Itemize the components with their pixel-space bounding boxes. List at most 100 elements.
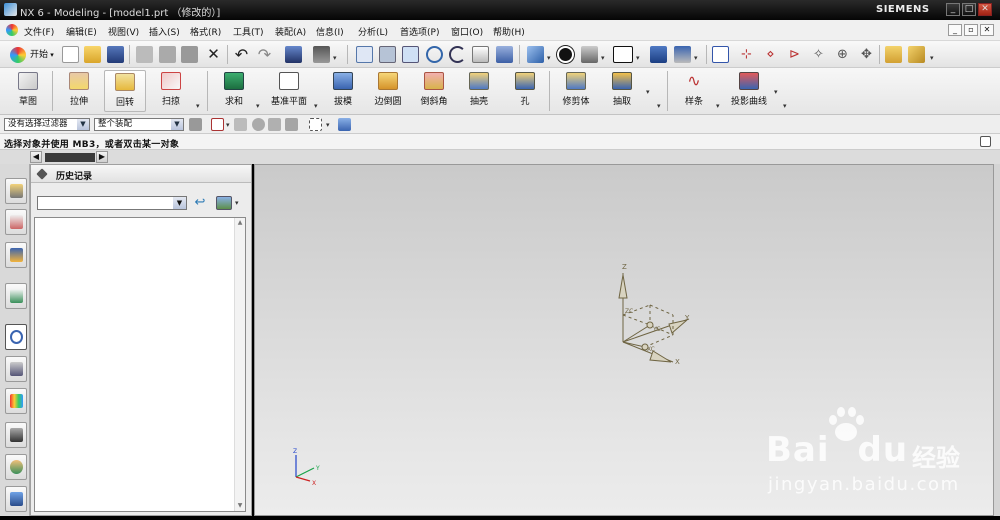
view-orient-icon[interactable] <box>527 46 544 63</box>
filter-settings-icon[interactable] <box>189 118 202 131</box>
manufacturing-wizard-tab[interactable] <box>5 422 27 448</box>
rotate-icon[interactable] <box>449 46 466 63</box>
magnify-icon[interactable] <box>426 46 443 63</box>
menu-assembly[interactable]: 装配(A) <box>275 25 306 38</box>
doc-close-button[interactable]: ✕ <box>980 24 994 36</box>
dropdown-arrow-icon[interactable]: ▾ <box>547 54 551 62</box>
menu-help[interactable]: 帮助(H) <box>493 25 525 38</box>
rectangle-select-icon[interactable] <box>309 118 322 131</box>
measure-distance-icon[interactable] <box>885 46 902 63</box>
scroll-left-button[interactable]: ◀ <box>30 151 42 163</box>
shell-button[interactable]: 抽壳 <box>460 70 498 112</box>
trim-body-button[interactable]: 修剪体 <box>556 70 596 112</box>
dropdown-arrow-icon[interactable]: ▾ <box>636 54 640 62</box>
start-button[interactable]: 开始 ▾ <box>10 46 58 64</box>
menu-preferences[interactable]: 首选项(P) <box>400 25 439 38</box>
project-curve-button[interactable]: 投影曲线 <box>726 70 772 112</box>
history-list[interactable]: ▲ ▼ <box>34 217 246 512</box>
pan-icon[interactable] <box>472 46 489 63</box>
dropdown-arrow-icon[interactable]: ▾ <box>694 54 698 62</box>
back-arrow-icon[interactable]: ↩ <box>193 196 207 210</box>
dropdown-arrow-icon[interactable]: ▾ <box>326 121 330 129</box>
dropdown-arrow-icon[interactable]: ▾ <box>226 121 230 129</box>
deselect-icon[interactable] <box>234 118 247 131</box>
fullscreen-icon[interactable] <box>980 136 991 147</box>
part-navigator-tab[interactable] <box>5 242 27 268</box>
background-color-icon[interactable] <box>613 46 633 63</box>
nx-icon[interactable] <box>6 24 18 36</box>
dropdown-arrow-icon[interactable]: ▾ <box>256 102 260 110</box>
shaded-icon[interactable] <box>581 46 598 63</box>
unite-button[interactable]: 求和 <box>214 70 254 112</box>
view-image-icon[interactable] <box>216 196 232 210</box>
scroll-right-button[interactable]: ▶ <box>96 151 108 163</box>
dropdown-arrow-icon[interactable]: ▾ <box>333 54 337 62</box>
scroll-down-icon[interactable]: ▼ <box>235 502 245 509</box>
scroll-up-icon[interactable]: ▲ <box>235 219 245 226</box>
system-scenes-tab[interactable] <box>5 486 27 512</box>
sweep-button[interactable]: 扫掠 <box>150 70 192 112</box>
dropdown-arrow-icon[interactable]: ▾ <box>657 102 661 110</box>
copy-icon[interactable] <box>159 46 176 63</box>
zoom-icon[interactable] <box>402 46 419 63</box>
delete-icon[interactable]: ✕ <box>205 46 222 63</box>
menu-view[interactable]: 视图(V) <box>108 25 139 38</box>
render-style-icon[interactable] <box>557 46 574 63</box>
maximize-button[interactable]: □ <box>962 3 976 16</box>
minimize-button[interactable]: _ <box>946 3 960 16</box>
revolve-button[interactable]: 回转 <box>104 70 146 112</box>
dropdown-arrow-icon[interactable]: ▾ <box>314 102 318 110</box>
save-icon[interactable] <box>107 46 124 63</box>
history-tab[interactable] <box>5 324 27 350</box>
history-scrollbar[interactable]: ▲ ▼ <box>234 218 245 511</box>
end-point-icon[interactable]: ⊹ <box>738 46 755 63</box>
mid-point-icon[interactable]: ⋄ <box>762 46 779 63</box>
dropdown-arrow-icon[interactable]: ▾ <box>196 102 200 110</box>
open-icon[interactable] <box>84 46 101 63</box>
extract-button[interactable]: 抽取 <box>604 70 640 112</box>
fit-icon[interactable] <box>356 46 373 63</box>
doc-minimize-button[interactable]: _ <box>948 24 962 36</box>
menu-edit[interactable]: 编辑(E) <box>66 25 97 38</box>
menu-file[interactable]: 文件(F) <box>24 25 54 38</box>
repeat-command-icon[interactable] <box>285 46 302 63</box>
type-filter-select[interactable]: 没有选择过滤器 ▼ <box>4 118 90 131</box>
control-point-icon[interactable]: ⊳ <box>786 46 803 63</box>
close-button[interactable]: ✕ <box>978 3 992 16</box>
paste-icon[interactable] <box>181 46 198 63</box>
quadrant-icon[interactable]: ✥ <box>858 46 875 63</box>
select-feature-icon[interactable] <box>285 118 298 131</box>
wcs-icon[interactable] <box>674 46 691 63</box>
new-icon[interactable] <box>62 46 79 63</box>
select-body-icon[interactable] <box>338 118 351 131</box>
dropdown-arrow-icon[interactable]: ▾ <box>646 88 650 96</box>
spline-button[interactable]: ∿ 样条 <box>676 70 712 112</box>
history-select[interactable]: ▼ <box>37 196 187 210</box>
dropdown-arrow-icon[interactable]: ▾ <box>783 102 787 110</box>
reuse-library-tab[interactable] <box>5 283 27 309</box>
dropdown-arrow-icon[interactable]: ▾ <box>716 102 720 110</box>
menu-tools[interactable]: 工具(T) <box>233 25 264 38</box>
touch-mode-icon[interactable] <box>313 46 330 63</box>
hole-button[interactable]: 孔 <box>508 70 542 112</box>
extrude-button[interactable]: 拉伸 <box>58 70 100 112</box>
intersection-icon[interactable]: ✧ <box>810 46 827 63</box>
doc-restore-button[interactable]: ▫ <box>964 24 978 36</box>
menu-analysis[interactable]: 分析(L) <box>358 25 388 38</box>
dropdown-arrow-icon[interactable]: ▾ <box>774 88 778 96</box>
undo-icon[interactable]: ↶ <box>233 46 250 63</box>
system-materials-tab[interactable] <box>5 356 27 382</box>
select-face-icon[interactable] <box>252 118 265 131</box>
assembly-navigator-tab[interactable] <box>5 178 27 204</box>
dropdown-arrow-icon[interactable]: ▾ <box>235 199 239 207</box>
constraint-navigator-tab[interactable] <box>5 209 27 235</box>
menu-info[interactable]: 信息(I) <box>316 25 344 38</box>
menu-format[interactable]: 格式(R) <box>190 25 221 38</box>
chamfer-button[interactable]: 倒斜角 <box>414 70 454 112</box>
dropdown-arrow-icon[interactable]: ▾ <box>601 54 605 62</box>
scope-select[interactable]: 整个装配 ▼ <box>94 118 184 131</box>
select-edge-icon[interactable] <box>268 118 281 131</box>
draft-button[interactable]: 拔模 <box>324 70 362 112</box>
measure-angle-icon[interactable] <box>908 46 925 63</box>
menu-window[interactable]: 窗口(O) <box>451 25 483 38</box>
